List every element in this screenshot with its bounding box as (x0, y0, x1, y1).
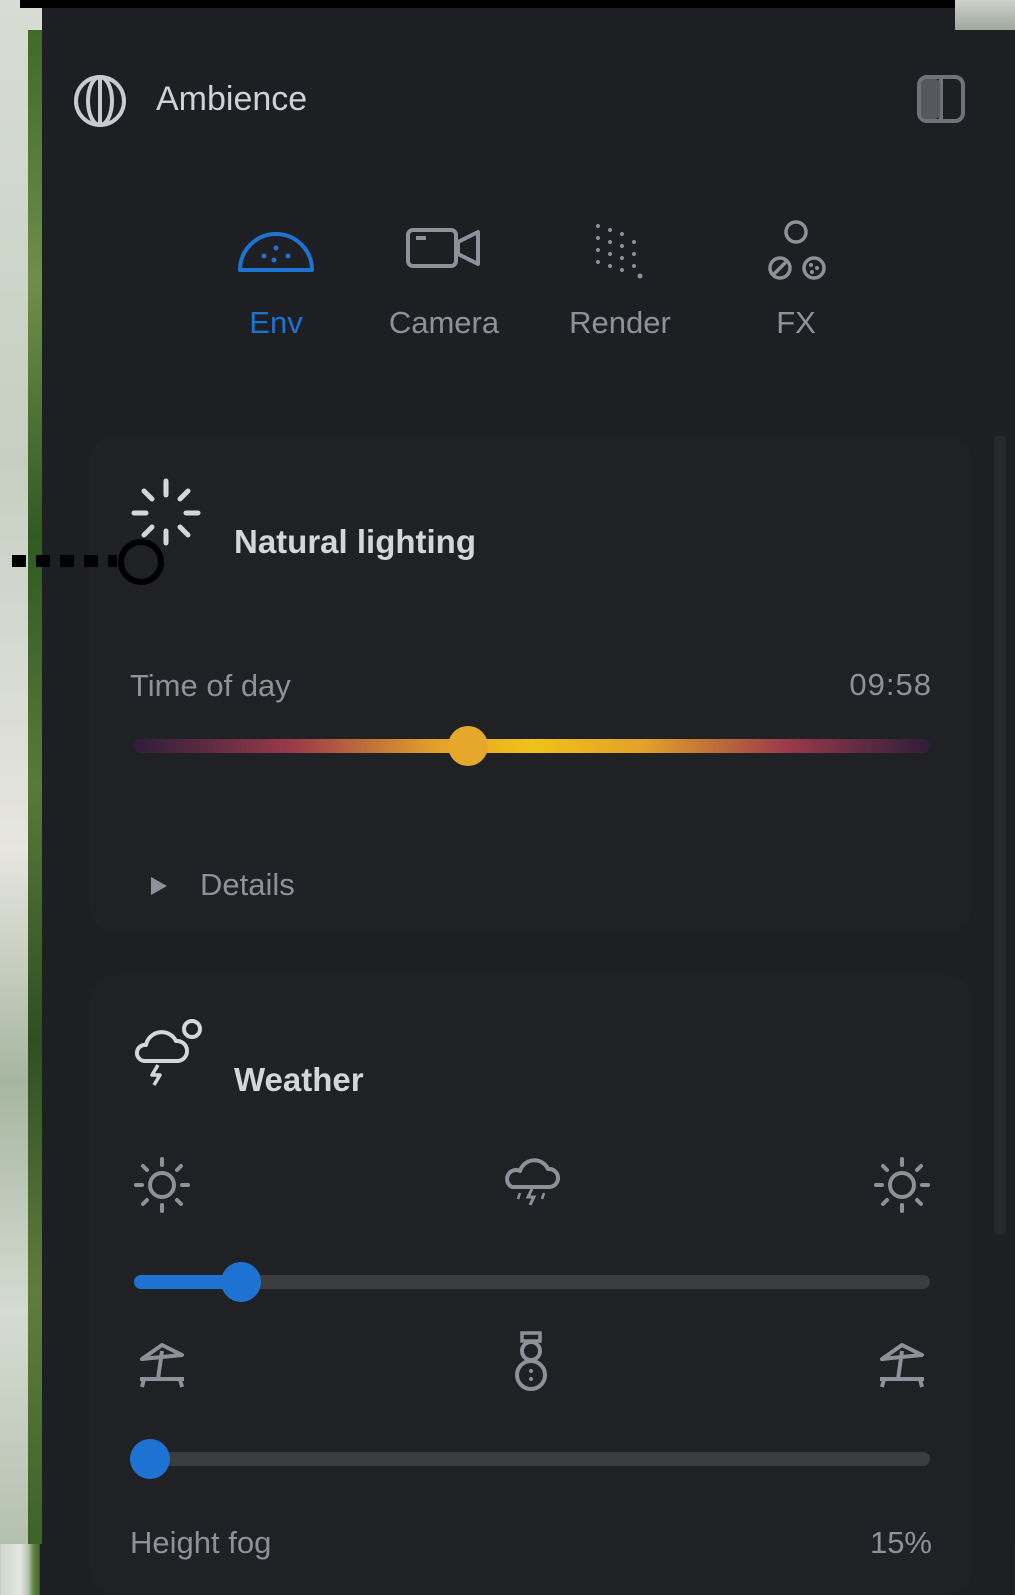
tab-env-label: Env (249, 305, 303, 340)
tab-render[interactable]: Render (540, 220, 700, 350)
window-top-edge (20, 0, 1015, 8)
sun-icon (874, 1157, 930, 1213)
annotation-leader-line (12, 555, 117, 567)
split-view-icon[interactable] (916, 74, 966, 124)
tab-fx[interactable]: FX (716, 220, 876, 350)
thunderstorm-icon (505, 1158, 560, 1206)
time-of-day-label: Time of day (130, 668, 291, 703)
weather-condition-slider[interactable] (134, 1262, 930, 1302)
tab-camera[interactable]: Camera (364, 220, 524, 350)
height-fog-label: Height fog (130, 1525, 272, 1560)
dome-icon (238, 232, 314, 272)
natural-lighting-card: Natural lighting Time of day 09:58 Detai… (90, 435, 972, 932)
tab-env[interactable]: Env (196, 220, 356, 350)
weather-condition-thumb[interactable] (221, 1262, 261, 1302)
beach-umbrella-icon (140, 1343, 184, 1388)
time-of-day-value: 09:58 (849, 667, 932, 702)
weather-card: Weather Height fog 15% (90, 975, 972, 1595)
panel-scrollbar[interactable] (994, 435, 1006, 1235)
ambience-panel: Ambience Env Camera Render FX Natural li… (42, 30, 1015, 1595)
tab-camera-label: Camera (388, 305, 500, 340)
snowman-icon (515, 1331, 547, 1391)
background-foliage (28, 30, 42, 1544)
panel-title: Ambience (156, 80, 308, 118)
season-thumb[interactable] (130, 1439, 170, 1479)
season-slider[interactable] (130, 1439, 930, 1479)
weather-title: Weather (234, 1061, 364, 1098)
dots-grid-icon (596, 224, 643, 279)
time-of-day-thumb[interactable] (448, 726, 488, 766)
time-of-day-slider[interactable] (134, 726, 930, 766)
tab-render-label: Render (569, 305, 671, 340)
height-fog-value: 15% (869, 1525, 932, 1560)
panel-header: Ambience (42, 30, 1015, 160)
details-toggle[interactable]: Details (200, 867, 295, 903)
background-scene-corner (955, 0, 1015, 30)
particles-icon (768, 220, 826, 280)
globe-icon (74, 75, 126, 127)
tab-fx-label: FX (776, 305, 816, 340)
camera-icon (406, 228, 480, 268)
natural-lighting-title: Natural lighting (234, 523, 476, 560)
annotation-marker (118, 539, 164, 585)
storm-cloud-icon (134, 1019, 202, 1086)
category-tabs: Env Camera Render FX (212, 220, 872, 350)
sun-icon (134, 1157, 190, 1213)
expand-triangle-icon[interactable] (148, 875, 170, 897)
beach-umbrella-icon (880, 1343, 924, 1388)
